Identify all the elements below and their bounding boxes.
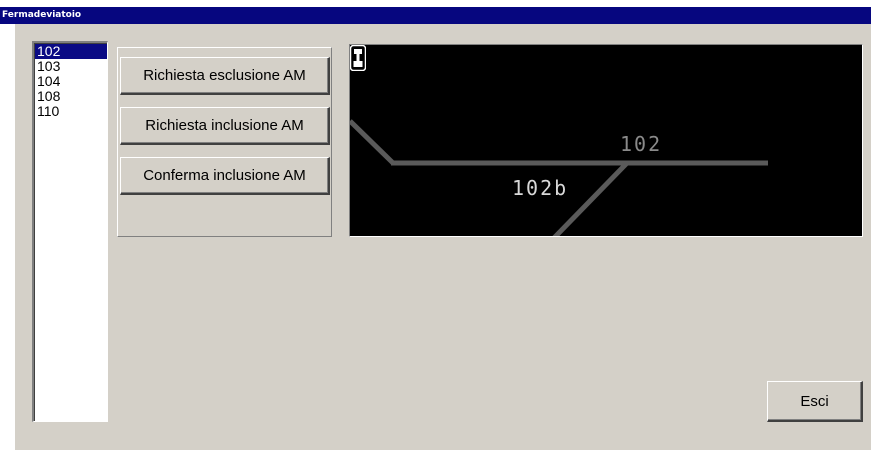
list-item-104[interactable]: 104 xyxy=(35,74,107,89)
branch-track xyxy=(552,161,629,236)
branch-label: 102b xyxy=(512,176,569,200)
signal-icon xyxy=(350,45,366,71)
track-diagram: 102 102b xyxy=(349,44,863,237)
exit-button[interactable]: Esci xyxy=(767,381,863,422)
request-exclusion-button[interactable]: Richiesta esclusione AM xyxy=(120,57,330,95)
track-left-diagonal xyxy=(350,119,395,165)
switch-label: 102 xyxy=(620,132,663,156)
list-item-103[interactable]: 103 xyxy=(35,59,107,74)
window-title: Fermadeviatoio xyxy=(2,10,82,20)
track-diagram-svg xyxy=(350,119,768,236)
list-item-102[interactable]: 102 xyxy=(35,44,107,59)
main-window: Fermadeviatoio 102 103 104 108 110 Richi… xyxy=(0,0,871,450)
request-inclusion-button[interactable]: Richiesta inclusione AM xyxy=(120,107,330,145)
confirm-inclusion-button[interactable]: Conferma inclusione AM xyxy=(120,157,330,195)
list-item-108[interactable]: 108 xyxy=(35,89,107,104)
switch-listbox[interactable]: 102 103 104 108 110 xyxy=(32,41,108,422)
title-bar[interactable]: Fermadeviatoio xyxy=(0,7,871,24)
list-item-110[interactable]: 110 xyxy=(35,104,107,119)
